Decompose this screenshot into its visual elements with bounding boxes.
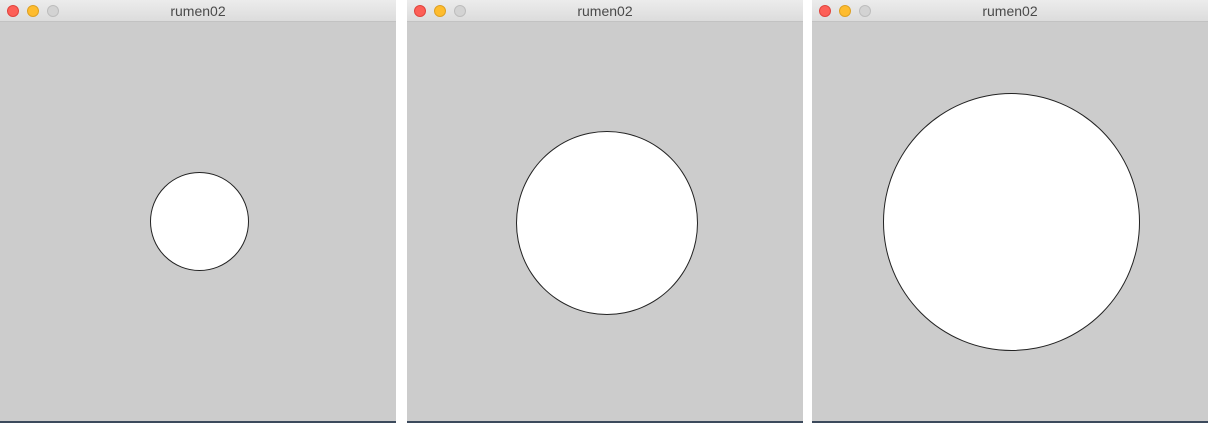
circle xyxy=(150,172,249,271)
window-titlebar[interactable]: rumen02 xyxy=(812,0,1208,22)
circle xyxy=(883,93,1140,351)
window-titlebar[interactable]: rumen02 xyxy=(0,0,396,22)
app-window-2: rumen02 xyxy=(407,0,803,423)
sketch-canvas[interactable] xyxy=(812,22,1208,421)
app-window-3: rumen02 xyxy=(812,0,1208,423)
circle xyxy=(516,131,698,315)
window-title: rumen02 xyxy=(577,3,633,19)
app-window-1: rumen02 xyxy=(0,0,396,423)
window-title: rumen02 xyxy=(982,3,1038,19)
sketch-canvas[interactable] xyxy=(0,22,396,421)
window-title: rumen02 xyxy=(170,3,226,19)
window-titlebar[interactable]: rumen02 xyxy=(407,0,803,22)
sketch-canvas[interactable] xyxy=(407,22,803,421)
screenshot-stage: rumen02 rumen02 rumen02 xyxy=(0,0,1208,423)
